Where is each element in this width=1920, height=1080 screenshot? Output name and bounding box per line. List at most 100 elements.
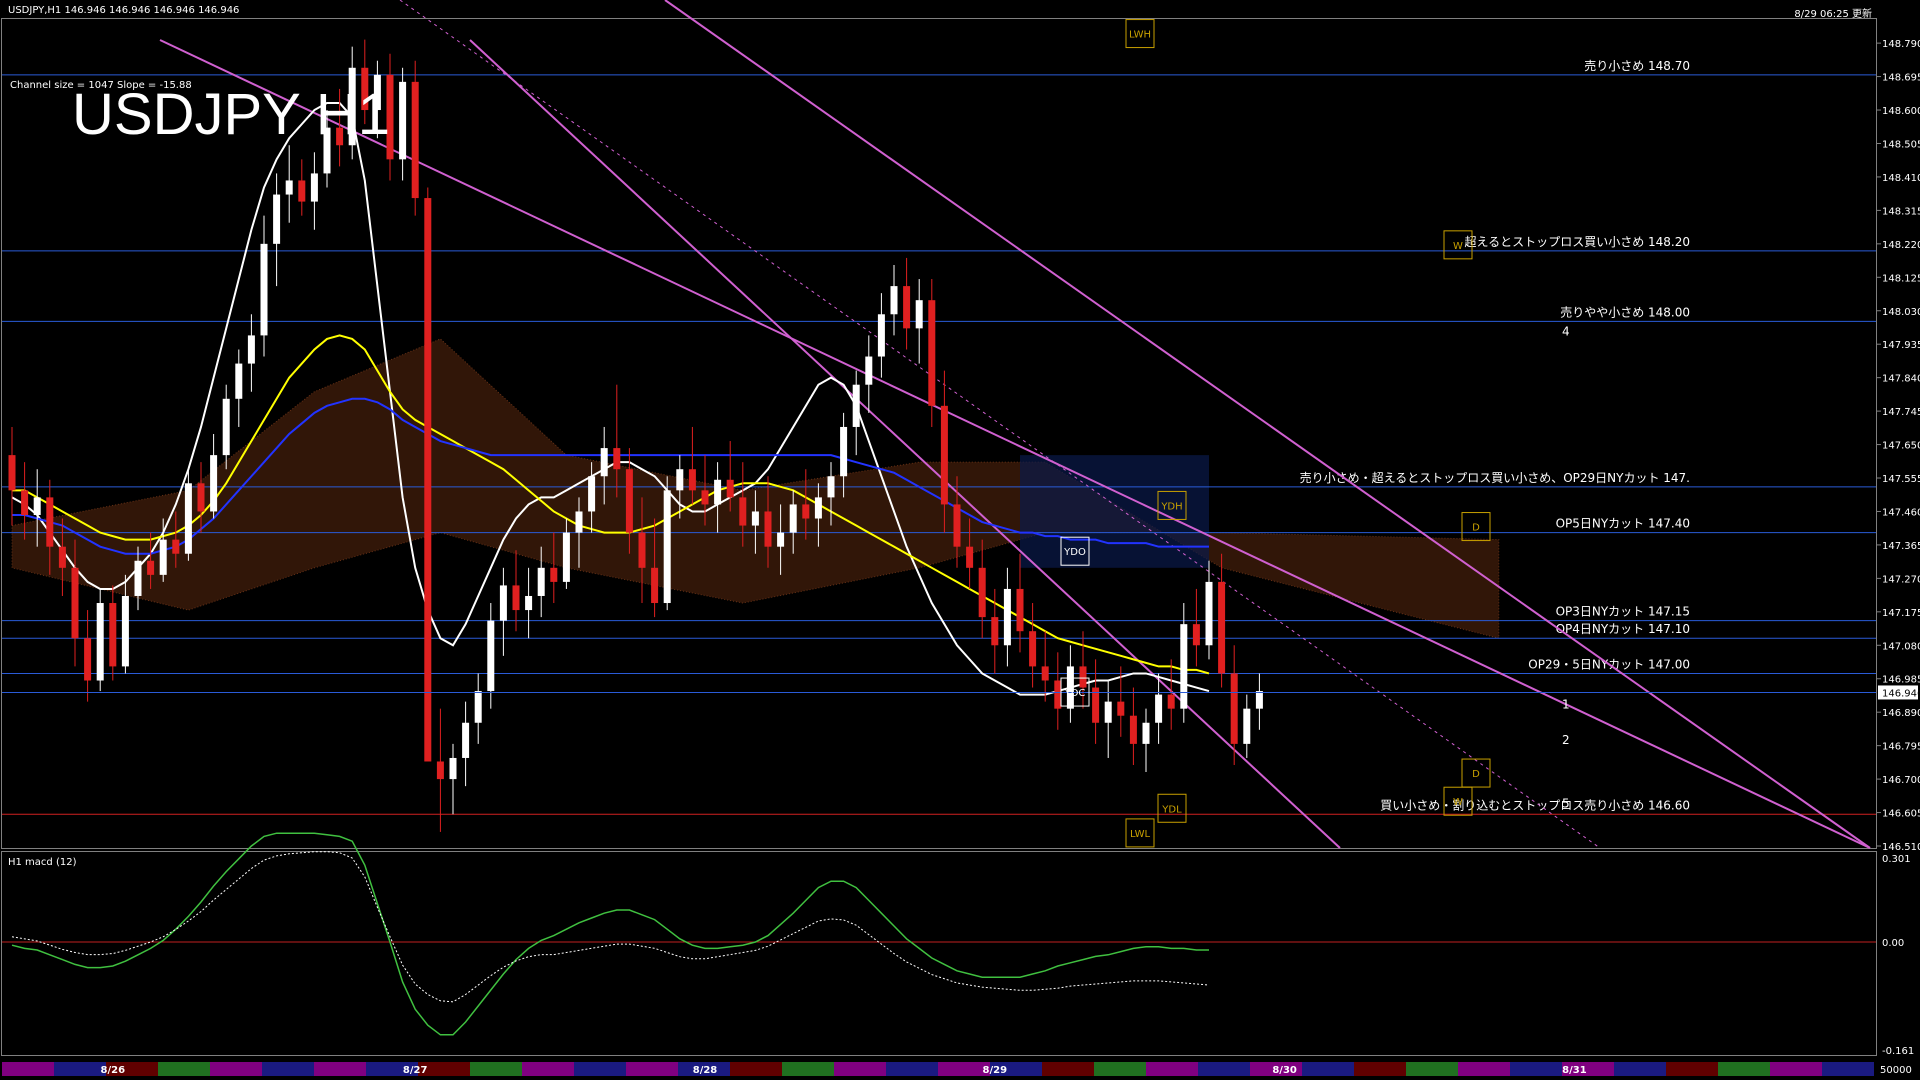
marker-label: D — [1472, 769, 1480, 780]
candle-body — [1255, 691, 1263, 709]
candle-body — [575, 511, 583, 533]
time-label: 8/31 — [1562, 1065, 1587, 1076]
candle-body — [58, 546, 66, 568]
candle-body — [940, 405, 948, 505]
candle-body — [714, 479, 722, 505]
candle-body — [197, 483, 205, 512]
price-tick-label: 146.795 — [1882, 742, 1920, 753]
time-strip-cell — [522, 1062, 574, 1076]
candle-body — [726, 479, 734, 498]
macd-title: H1 macd (12) — [8, 857, 77, 868]
candle-body — [1230, 673, 1238, 744]
candle-body — [109, 603, 117, 667]
candle-body — [600, 448, 608, 477]
macd-label-bottom: -0.161 — [1882, 1046, 1914, 1057]
projection-label: 2 — [1562, 733, 1570, 747]
candle-body — [1192, 624, 1200, 646]
candle-body — [550, 567, 558, 582]
candle-body — [247, 335, 255, 364]
candle-body — [890, 286, 898, 315]
candle-body — [739, 497, 747, 526]
time-label: 8/28 — [693, 1065, 718, 1076]
time-strip-cell — [54, 1062, 106, 1076]
candle-body — [1029, 631, 1037, 667]
time-strip-cell — [1042, 1062, 1094, 1076]
time-strip-cell — [2, 1062, 54, 1076]
ichimoku-cloud — [11, 338, 1500, 639]
candle-body — [525, 595, 533, 611]
candle-body — [33, 497, 41, 515]
time-label: 8/30 — [1272, 1065, 1297, 1076]
macd-indicator: 0.301 0.00 -0.161 50000 — [2, 832, 1914, 1076]
candle-body — [1016, 588, 1024, 632]
candle-body — [827, 476, 835, 498]
macd-line — [11, 832, 1209, 1036]
candle-body — [625, 469, 633, 533]
time-strip-cell — [886, 1062, 938, 1076]
candle-body — [222, 398, 230, 456]
marker-label: W — [1453, 797, 1463, 808]
price-tick-label: 146.510 — [1882, 842, 1920, 853]
price-tick-label: 147.365 — [1882, 541, 1920, 552]
price-tick-label: 147.935 — [1882, 340, 1920, 351]
macd-label-top: 0.301 — [1882, 854, 1911, 865]
candle-body — [991, 617, 999, 646]
candle-body — [1142, 722, 1150, 744]
price-tick-label: 148.125 — [1882, 273, 1920, 284]
macd-panel-frame — [1, 851, 1877, 1056]
candle-body — [298, 180, 306, 202]
candle-body — [1155, 694, 1163, 723]
channel-mid-line — [664, 0, 1871, 849]
marker-label: D — [1472, 523, 1480, 534]
channel-lower-line — [469, 39, 1341, 849]
marker-label: LWL — [1130, 829, 1151, 840]
candle-body — [663, 490, 671, 604]
candle-body — [928, 300, 936, 406]
candle-body — [134, 560, 142, 596]
usdjpy-h1-chart: 売り小さめ 148.70 超えるとストップロス買い小さめ 148.20 売りやや小さ… — [1, 0, 1920, 1076]
candle-body — [235, 363, 243, 399]
time-strip-cell — [470, 1062, 522, 1076]
candle-body — [852, 384, 860, 427]
level-label: 買い小さめ・割り込むとストップロス売り小さめ 146.60 — [1380, 797, 1690, 812]
level-label: 売りやや小さめ 148.00 — [1560, 304, 1690, 319]
candle-body — [751, 511, 759, 526]
time-strip-cell — [210, 1062, 262, 1076]
price-tick-label: 146.890 — [1882, 708, 1920, 719]
candle-body — [1003, 588, 1011, 646]
price-tick-label: 147.650 — [1882, 441, 1920, 452]
candle-body — [613, 448, 621, 470]
price-tick-label: 147.840 — [1882, 374, 1920, 385]
time-label: 8/26 — [101, 1065, 126, 1076]
time-strip-cell — [834, 1062, 886, 1076]
candle-body — [1218, 581, 1226, 674]
candle-body — [802, 504, 810, 519]
time-strip-cell — [1666, 1062, 1718, 1076]
channel-center-dash — [399, 0, 1601, 849]
time-strip-cell — [1510, 1062, 1562, 1076]
time-label: 8/29 — [983, 1065, 1008, 1076]
price-tick-label: 147.080 — [1882, 641, 1920, 652]
price-tick-label: 148.600 — [1882, 106, 1920, 117]
candle-body — [310, 173, 318, 202]
level-label: 売り小さめ 148.70 — [1584, 58, 1690, 73]
candle-body — [638, 532, 646, 568]
marker-label: YDL — [1161, 804, 1182, 815]
price-tick-label: 146.985 — [1882, 675, 1920, 686]
candle-body — [1129, 715, 1137, 744]
price-tick-label: 148.220 — [1882, 240, 1920, 251]
candle-body — [1205, 581, 1213, 646]
candle-body — [172, 539, 180, 554]
time-strip-cell — [574, 1062, 626, 1076]
time-strip-cell — [1198, 1062, 1250, 1076]
macd-signal-line — [11, 851, 1210, 1003]
price-tick-label: 148.410 — [1882, 173, 1920, 184]
candle-body — [121, 595, 129, 667]
time-strip-cell — [262, 1062, 314, 1076]
candle-body — [1167, 694, 1175, 709]
marker-label: LWH — [1129, 30, 1151, 41]
update-timestamp: 8/29 06:25 更新 — [1794, 9, 1872, 20]
time-strip-cell — [1302, 1062, 1354, 1076]
chart-title: USDJPY H1 — [72, 82, 391, 147]
time-axis: 8/26 8/27 8/28 8/29 8/30 8/31 — [2, 1062, 1874, 1076]
